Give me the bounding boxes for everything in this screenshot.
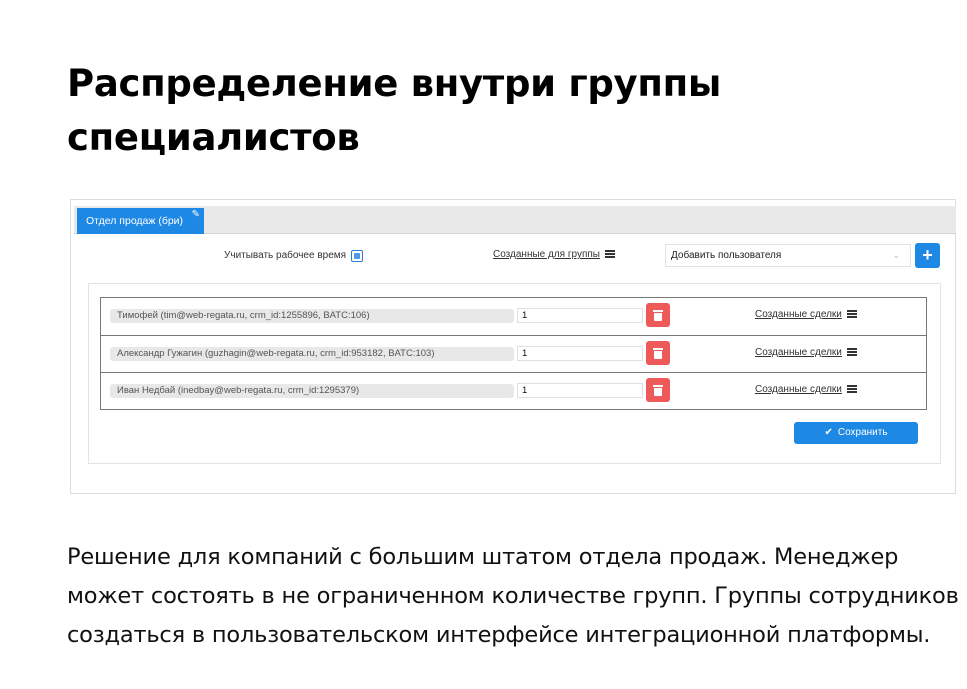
edit-icon[interactable]: ✎ bbox=[192, 210, 200, 220]
save-button[interactable]: ✔ Сохранить bbox=[794, 422, 918, 444]
list-icon bbox=[846, 348, 857, 357]
add-user-select-value: Добавить пользователя bbox=[671, 250, 782, 261]
group-created-link[interactable]: Созданные для группы bbox=[493, 249, 615, 260]
trash-icon bbox=[653, 310, 663, 321]
list-item: Иван Недбай (inedbay@web-regata.ru, crm_… bbox=[101, 372, 926, 409]
delete-button[interactable] bbox=[646, 341, 670, 365]
list-icon bbox=[846, 385, 857, 394]
page-title: Распределение внутри группы специалистов bbox=[67, 62, 722, 159]
members-list: Тимофей (tim@web-regata.ru, crm_id:12558… bbox=[100, 297, 927, 410]
add-user-button[interactable]: + bbox=[915, 243, 940, 268]
chevron-down-icon: ⌄ bbox=[892, 250, 900, 260]
member-name: Александр Гужагин (guzhagin@web-regata.r… bbox=[110, 347, 514, 361]
quantity-input[interactable]: 1 bbox=[517, 383, 643, 398]
app-screenshot: Отдел продаж (бри) ✎ Учитывать рабочее в… bbox=[70, 199, 956, 494]
tab-sales-department[interactable]: Отдел продаж (бри) ✎ bbox=[77, 208, 204, 234]
list-item: Тимофей (tim@web-regata.ru, crm_id:12558… bbox=[101, 298, 926, 335]
work-time-checkbox[interactable] bbox=[351, 250, 363, 262]
description-text: Решение для компаний с большим штатом от… bbox=[67, 544, 959, 648]
delete-button[interactable] bbox=[646, 303, 670, 327]
trash-icon bbox=[653, 385, 663, 396]
tab-bar: Отдел продаж (бри) ✎ bbox=[74, 206, 956, 234]
created-deals-label: Созданные сделки bbox=[755, 309, 842, 320]
check-icon: ✔ bbox=[824, 427, 833, 438]
created-deals-link[interactable]: Созданные сделки bbox=[755, 384, 857, 395]
delete-button[interactable] bbox=[646, 378, 670, 402]
member-name: Иван Недбай (inedbay@web-regata.ru, crm_… bbox=[110, 384, 514, 398]
quantity-input[interactable]: 1 bbox=[517, 346, 643, 361]
add-user-select[interactable]: Добавить пользователя ⌄ bbox=[665, 244, 911, 267]
group-created-link-label: Созданные для группы bbox=[493, 249, 600, 260]
list-icon bbox=[604, 250, 615, 259]
list-item: Александр Гужагин (guzhagin@web-regata.r… bbox=[101, 335, 926, 372]
member-name: Тимофей (tim@web-regata.ru, crm_id:12558… bbox=[110, 309, 514, 323]
save-button-label: Сохранить bbox=[837, 427, 888, 438]
created-deals-label: Созданные сделки bbox=[755, 384, 842, 395]
list-icon bbox=[846, 310, 857, 319]
quantity-input[interactable]: 1 bbox=[517, 308, 643, 323]
created-deals-label: Созданные сделки bbox=[755, 347, 842, 358]
created-deals-link[interactable]: Созданные сделки bbox=[755, 309, 857, 320]
work-time-label: Учитывать рабочее время bbox=[224, 250, 347, 261]
created-deals-link[interactable]: Созданные сделки bbox=[755, 347, 857, 358]
tab-label: Отдел продаж (бри) bbox=[86, 215, 184, 227]
trash-icon bbox=[653, 348, 663, 359]
